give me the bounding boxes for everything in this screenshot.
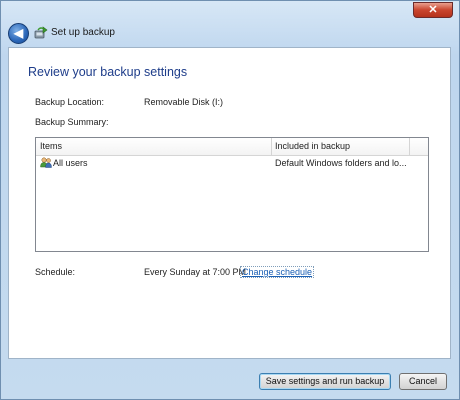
backup-window: ✕ ◀ Set up backup Review your backup set… [0,0,460,400]
list-header: Items Included in backup [36,138,428,156]
title-bar: ✕ ◀ Set up backup [1,1,459,47]
column-header-items[interactable]: Items [40,141,62,151]
cancel-button[interactable]: Cancel [399,373,447,390]
page-title: Review your backup settings [28,65,188,79]
table-row[interactable]: All users Default Windows folders and lo… [36,156,428,170]
backup-location-label: Backup Location: [35,97,105,107]
backup-app-icon [34,26,48,39]
save-and-run-button[interactable]: Save settings and run backup [259,373,391,390]
schedule-label: Schedule: [35,267,76,277]
column-divider[interactable] [271,138,272,155]
backup-location-value: Removable Disk (I:) [144,97,224,107]
row-included-value: Default Windows folders and lo... [275,158,407,168]
column-divider[interactable] [409,138,410,155]
close-button[interactable]: ✕ [413,2,453,18]
schedule-value: Every Sunday at 7:00 PM [144,267,247,277]
back-button[interactable]: ◀ [8,23,29,44]
users-icon [40,157,52,168]
backup-summary-list[interactable]: Items Included in backup All users Defau… [35,137,429,252]
backup-summary-label: Backup Summary: [35,117,109,127]
back-arrow-icon: ◀ [13,26,24,40]
column-header-included[interactable]: Included in backup [275,141,350,151]
close-icon: ✕ [428,4,438,16]
row-item-name: All users [53,158,88,168]
window-title: Set up backup [51,27,115,38]
change-schedule-link[interactable]: Change schedule [239,266,315,278]
